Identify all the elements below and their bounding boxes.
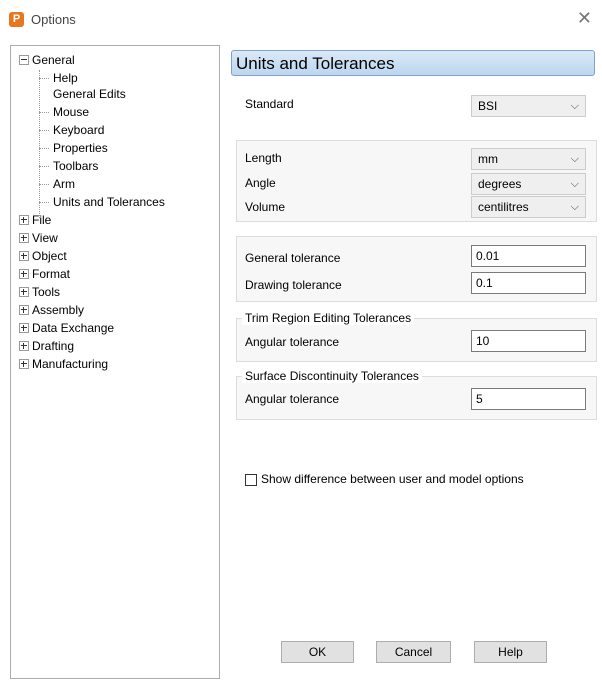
title-bar: P Options ✕: [0, 0, 602, 40]
tree-item-label: File: [32, 213, 52, 227]
tree-item-tools[interactable]: Tools: [19, 283, 60, 301]
expand-icon[interactable]: [19, 358, 29, 369]
drawing-tolerance-label: Drawing tolerance: [245, 278, 342, 292]
tree-item-label: Units and Tolerances: [53, 195, 165, 209]
tree-item-label: Toolbars: [53, 159, 99, 173]
surface-angular-tolerance-label: Angular tolerance: [245, 392, 340, 406]
angle-value: degrees: [478, 177, 522, 191]
general-tolerance-input[interactable]: 0.01: [471, 245, 586, 267]
tree-item-label: View: [32, 231, 58, 245]
expand-icon[interactable]: [19, 340, 29, 351]
tree-item-file[interactable]: File: [19, 211, 51, 229]
tree-item-keyboard[interactable]: Keyboard: [39, 121, 104, 139]
volume-value: centilitres: [478, 200, 529, 214]
tree-item-label: Drafting: [32, 339, 75, 353]
tree-item-label: General Edits: [53, 87, 126, 101]
length-value: mm: [478, 152, 498, 166]
show-difference-label: Show difference between user and model o…: [261, 472, 524, 486]
tree-item-label: Keyboard: [53, 123, 105, 137]
window-title: Options: [31, 12, 76, 27]
drawing-tolerance-input[interactable]: 0.1: [471, 272, 586, 294]
tree-item-general[interactable]: General: [19, 51, 75, 69]
cancel-button[interactable]: Cancel: [376, 641, 451, 663]
tree-item-label: Object: [32, 249, 67, 263]
collapse-icon[interactable]: [19, 54, 29, 65]
tree-item-manufacturing[interactable]: Manufacturing: [19, 355, 108, 373]
tree-item-label: Data Exchange: [32, 321, 115, 335]
tree-item-assembly[interactable]: Assembly: [19, 301, 84, 319]
tree-item-label: Format: [32, 267, 71, 281]
close-icon[interactable]: ✕: [577, 8, 592, 29]
tree-item-label: Help: [53, 71, 78, 85]
volume-select[interactable]: centilitres ⌵: [471, 196, 586, 218]
help-button[interactable]: Help: [474, 641, 547, 663]
surface-discontinuity-title: Surface Discontinuity Tolerances: [242, 369, 422, 383]
expand-icon[interactable]: [19, 286, 29, 297]
tree-item-drafting[interactable]: Drafting: [19, 337, 74, 355]
chevron-down-icon: ⌵: [570, 100, 579, 112]
tree-item-object[interactable]: Object: [19, 247, 67, 265]
tree-item-mouse[interactable]: Mouse: [39, 103, 89, 121]
app-logo-icon: P: [9, 12, 24, 27]
tree-item-toolbars[interactable]: Toolbars: [39, 157, 98, 175]
surface-angular-tolerance-input[interactable]: 5: [471, 388, 586, 410]
chevron-down-icon: ⌵: [570, 178, 579, 190]
expand-icon[interactable]: [19, 250, 29, 261]
tree-item-label: Assembly: [32, 303, 85, 317]
standard-select[interactable]: BSI ⌵: [471, 95, 586, 117]
show-difference-checkbox[interactable]: [245, 474, 257, 486]
tree-item-units-and-tolerances[interactable]: Units and Tolerances: [39, 193, 165, 211]
tree-item-data-exchange[interactable]: Data Exchange: [19, 319, 114, 337]
general-tolerance-label: General tolerance: [245, 251, 341, 265]
trim-angular-tolerance-label: Angular tolerance: [245, 335, 340, 349]
tree-item-label: Manufacturing: [32, 357, 109, 371]
expand-icon[interactable]: [19, 232, 29, 243]
expand-icon[interactable]: [19, 322, 29, 333]
tree-item-general-edits[interactable]: General Edits: [39, 85, 126, 103]
chevron-down-icon: ⌵: [570, 153, 579, 165]
standard-label: Standard: [245, 97, 294, 111]
tree-item-arm[interactable]: Arm: [39, 175, 75, 193]
length-select[interactable]: mm ⌵: [471, 148, 586, 170]
tree-item-label: Properties: [53, 141, 108, 155]
expand-icon[interactable]: [19, 268, 29, 279]
angle-label: Angle: [245, 176, 276, 190]
length-label: Length: [245, 151, 282, 165]
standard-value: BSI: [478, 99, 498, 113]
trim-region-title: Trim Region Editing Tolerances: [242, 311, 415, 325]
trim-angular-tolerance-input[interactable]: 10: [471, 330, 586, 352]
tree-item-view[interactable]: View: [19, 229, 58, 247]
tree-item-label: Arm: [53, 177, 75, 191]
expand-icon[interactable]: [19, 214, 29, 225]
panel-title: Units and Tolerances: [231, 50, 595, 76]
angle-select[interactable]: degrees ⌵: [471, 173, 586, 195]
options-tree[interactable]: General Help General Edits Mouse Keyboar…: [10, 45, 220, 679]
ok-button[interactable]: OK: [281, 641, 354, 663]
tree-item-label: General: [32, 53, 75, 67]
tree-item-properties[interactable]: Properties: [39, 139, 108, 157]
chevron-down-icon: ⌵: [570, 201, 579, 213]
tree-item-label: Tools: [32, 285, 61, 299]
volume-label: Volume: [245, 200, 286, 214]
expand-icon[interactable]: [19, 304, 29, 315]
tree-item-format[interactable]: Format: [19, 265, 70, 283]
tree-item-label: Mouse: [53, 105, 90, 119]
